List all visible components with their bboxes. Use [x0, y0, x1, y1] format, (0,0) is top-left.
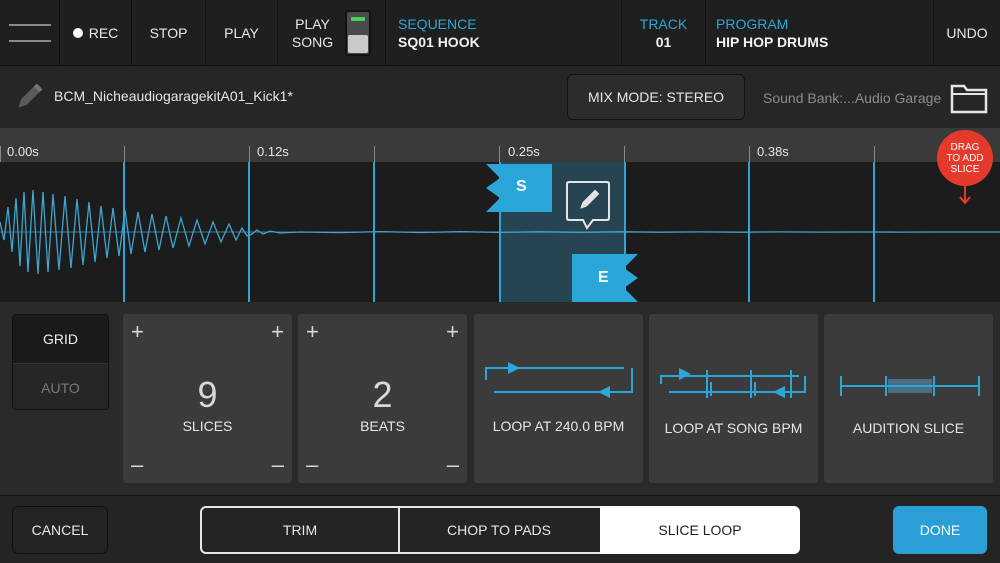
drag-hint-line: DRAG	[950, 141, 980, 153]
audition-slice-label: AUDITION SLICE	[852, 420, 965, 436]
auto-button[interactable]: AUTO	[13, 364, 108, 409]
beats-minus-right-button[interactable]: –	[447, 454, 459, 476]
loop-song-icon	[660, 368, 806, 398]
stop-button[interactable]: STOP	[132, 0, 206, 66]
end-marker-label: E	[598, 269, 609, 286]
play-song-toggle[interactable]	[345, 10, 372, 56]
track-label: TRACK	[639, 16, 688, 32]
slices-value: 9	[197, 374, 218, 415]
undo-button[interactable]: UNDO	[934, 0, 1000, 66]
sample-name[interactable]: BCM_NicheaudiogaragekitA01_Kick1*	[54, 88, 293, 104]
sequence-label: SEQUENCE	[398, 16, 477, 32]
slices-plus-right-button[interactable]: +	[271, 321, 284, 343]
loop-at-bpm-button[interactable]: LOOP AT 240.0 BPM	[474, 314, 643, 483]
sequence-selector[interactable]: SEQUENCE SQ01 HOOK	[386, 0, 622, 66]
rec-dot-icon	[72, 28, 83, 38]
beats-panel: + + 2 BEATS – –	[298, 314, 467, 483]
loop-icon	[485, 362, 633, 398]
undo-label: UNDO	[946, 25, 988, 41]
track-value: 01	[655, 34, 672, 50]
loop-at-song-bpm-label: LOOP AT SONG BPM	[664, 420, 803, 436]
play-button[interactable]: PLAY	[206, 0, 278, 66]
tick-label: 0.00s	[7, 144, 39, 159]
program-label: PROGRAM	[716, 16, 789, 32]
rec-button[interactable]: REC	[60, 0, 132, 66]
slices-label: SLICES	[182, 418, 233, 434]
tick-label: 0.25s	[508, 144, 540, 159]
beats-value: 2	[372, 374, 393, 415]
top-bar: REC STOP PLAY PLAY SONG SEQUENCE SQ01 HO…	[0, 0, 1000, 66]
pencil-icon	[12, 80, 46, 114]
pencil-bubble-icon[interactable]	[565, 180, 611, 230]
play-song-label-2: SONG	[291, 34, 334, 50]
chop-to-pads-tab[interactable]: CHOP TO PADS	[398, 506, 600, 554]
play-song-button[interactable]: PLAY SONG	[278, 0, 386, 66]
drag-hint-line: SLICE	[950, 163, 980, 175]
trim-tab[interactable]: TRIM	[200, 506, 400, 554]
beats-label: BEATS	[360, 418, 405, 434]
tick-label: 0.12s	[257, 144, 289, 159]
menu-button[interactable]	[0, 0, 60, 66]
slice-loop-tab[interactable]: SLICE LOOP	[600, 506, 800, 554]
slices-plus-left-button[interactable]: +	[131, 321, 144, 343]
play-label: PLAY	[224, 25, 259, 41]
track-selector[interactable]: TRACK 01	[622, 0, 706, 66]
sequence-value: SQ01 HOOK	[398, 34, 480, 50]
beats-plus-left-button[interactable]: +	[306, 321, 319, 343]
done-button[interactable]: DONE	[893, 506, 987, 554]
loop-at-bpm-label: LOOP AT 240.0 BPM	[492, 418, 625, 434]
slices-minus-left-button[interactable]: –	[131, 454, 143, 476]
mix-mode-button[interactable]: MIX MODE: STEREO	[567, 74, 745, 120]
cancel-button[interactable]: CANCEL	[12, 506, 108, 554]
hamburger-icon	[8, 21, 51, 45]
folder-icon[interactable]	[950, 80, 988, 114]
time-ruler[interactable]: 0.00s 0.12s 0.25s 0.38s	[0, 128, 1000, 162]
grid-button[interactable]: GRID	[13, 315, 108, 364]
drag-hint-line: TO ADD	[946, 152, 984, 164]
slice-start-marker[interactable]: S	[486, 164, 552, 212]
rec-label: REC	[88, 25, 119, 41]
slices-minus-right-button[interactable]: –	[272, 454, 284, 476]
program-value: HIP HOP DRUMS	[716, 34, 829, 50]
loop-at-song-bpm-button[interactable]: LOOP AT SONG BPM	[649, 314, 818, 483]
slices-panel: + + 9 SLICES – –	[123, 314, 292, 483]
audition-slice-button[interactable]: AUDITION SLICE	[824, 314, 993, 483]
beats-minus-left-button[interactable]: –	[306, 454, 318, 476]
slice-end-marker[interactable]: E	[572, 254, 638, 302]
tick-label: 0.38s	[757, 144, 789, 159]
arrow-down-icon	[957, 186, 973, 206]
start-marker-label: S	[516, 178, 527, 195]
stop-label: STOP	[149, 25, 188, 41]
sound-bank-label[interactable]: Sound Bank:...Audio Garage	[763, 90, 941, 106]
play-song-label-1: PLAY	[295, 16, 330, 32]
audition-slice-icon	[840, 376, 980, 396]
drag-to-add-slice-button[interactable]: DRAG TO ADD SLICE	[937, 130, 993, 186]
grid-auto-toggle: GRID AUTO	[12, 314, 109, 410]
beats-plus-right-button[interactable]: +	[446, 321, 459, 343]
program-selector[interactable]: PROGRAM HIP HOP DRUMS	[706, 0, 934, 66]
